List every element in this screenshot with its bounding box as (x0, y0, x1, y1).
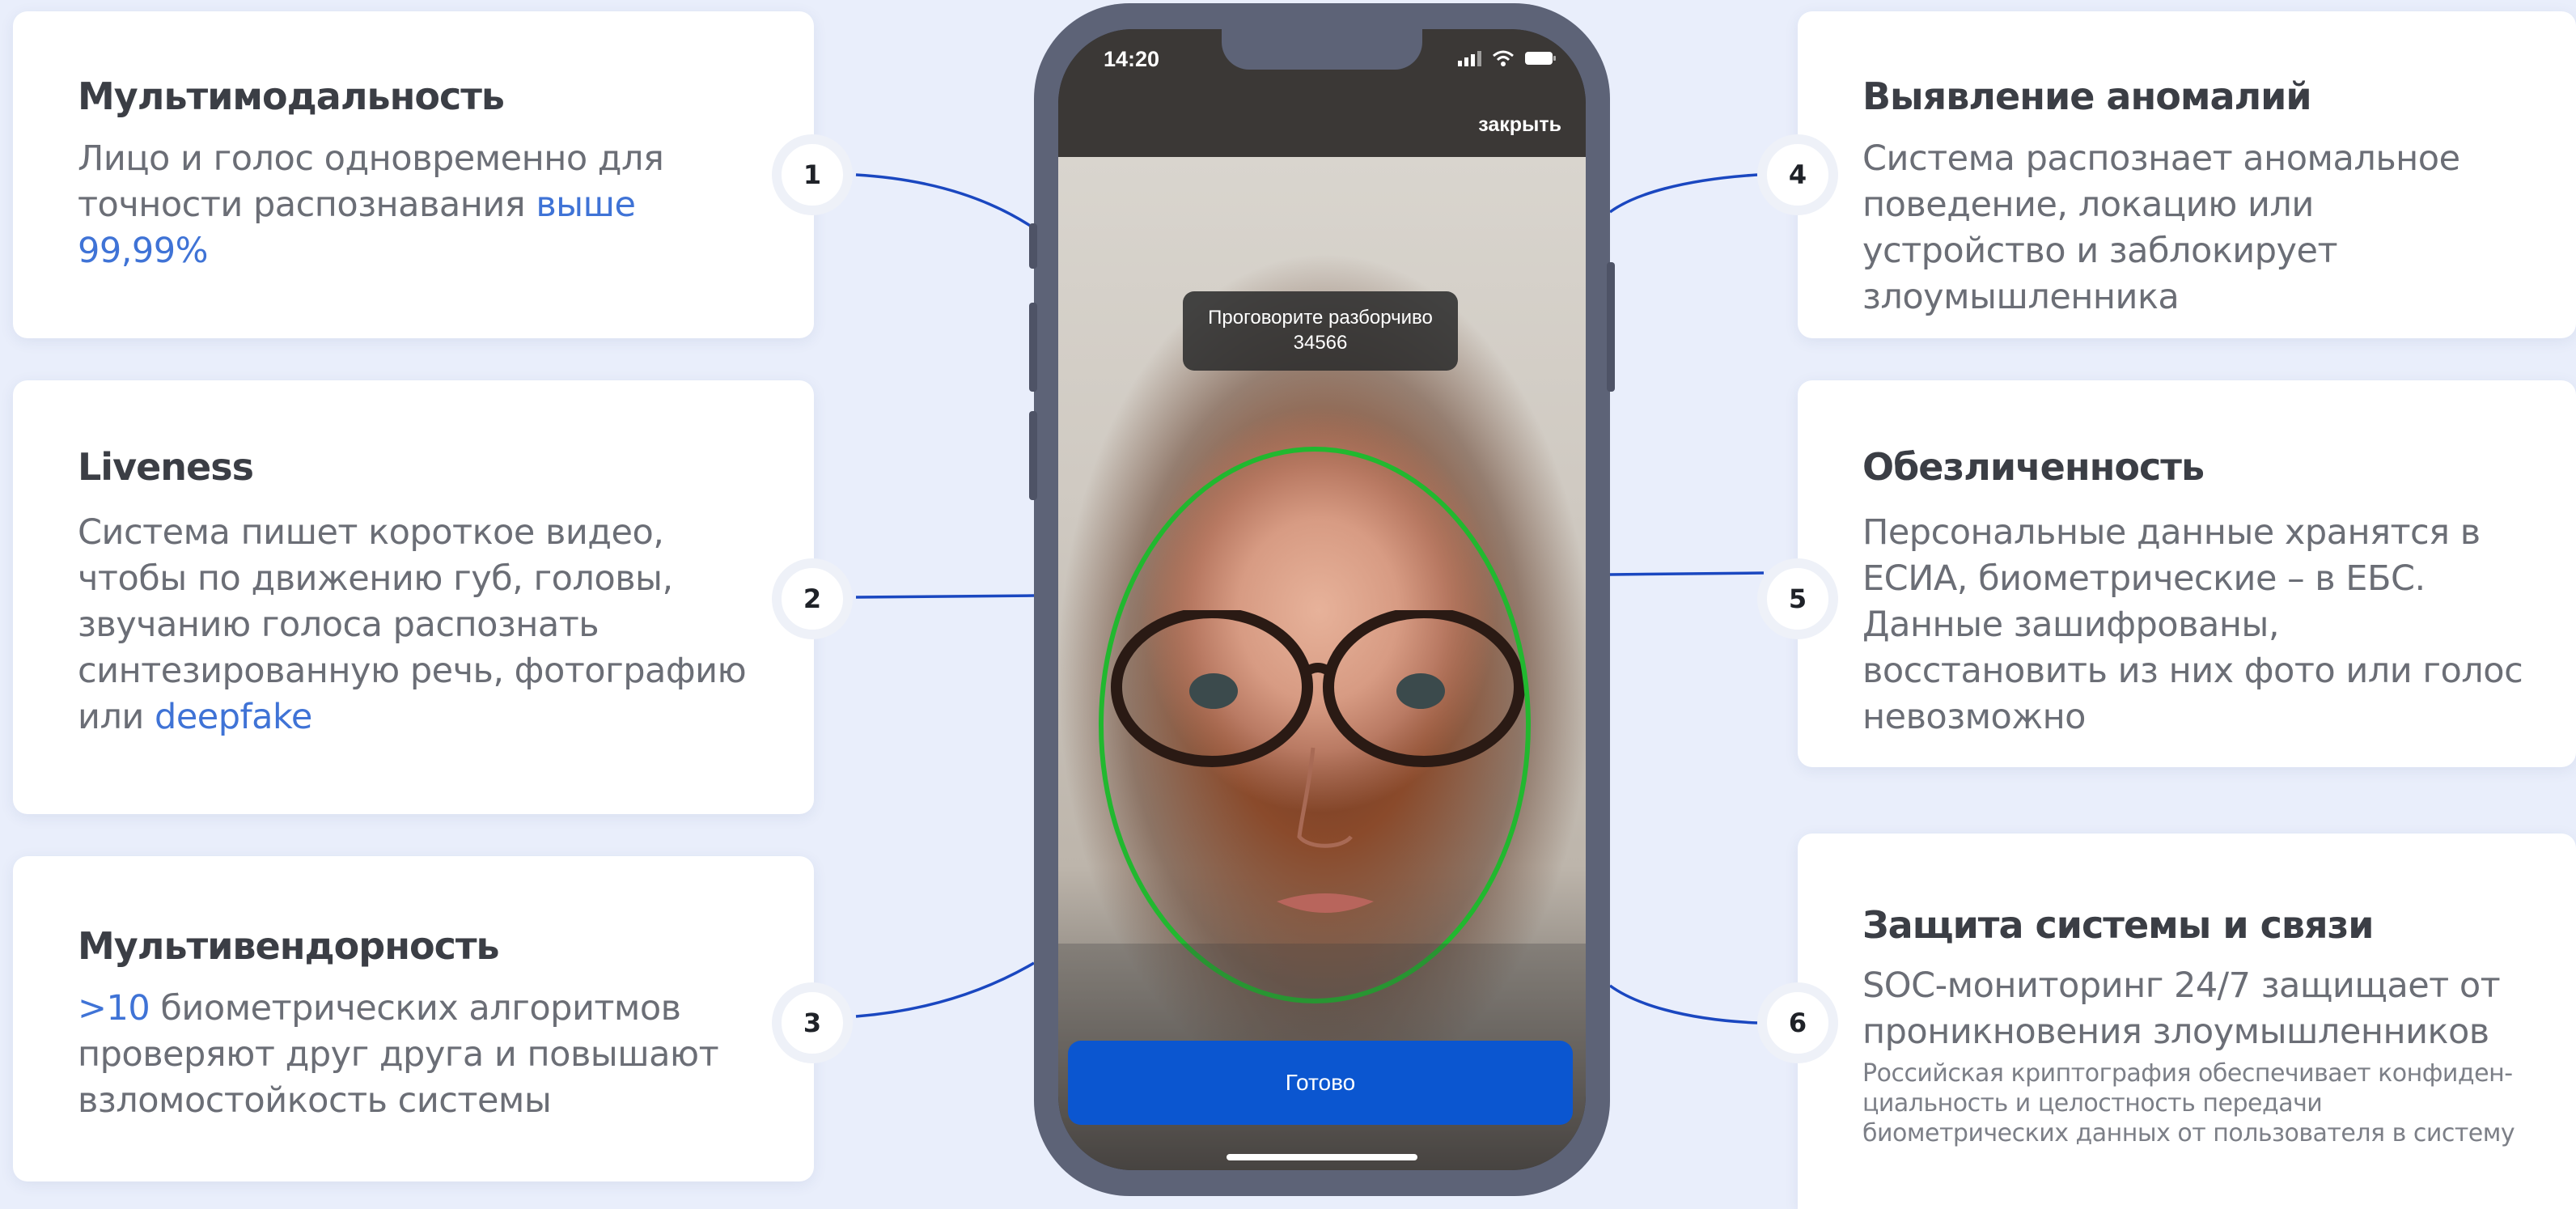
feature-card-multimodality: Мультимодальность Лицо и голос одновреме… (13, 11, 814, 338)
connector-6 (1608, 984, 1758, 1024)
feature-title: Выявление аномалий (1862, 74, 2312, 118)
notch (1222, 29, 1422, 70)
phone-screen: Проговорите разборчиво 34566 14:20 закры… (1058, 29, 1586, 1170)
feature-title: Мультивендорность (78, 924, 500, 968)
connector-1 (855, 173, 1035, 230)
feature-accent: >10 (78, 988, 150, 1029)
badge-3: 3 (772, 982, 853, 1063)
badge-1: 1 (772, 134, 853, 215)
feature-text: >10 биометрических алгоритмов проверяют … (78, 988, 719, 1121)
feature-text: Лицо и голос одновременно для точности р… (78, 138, 664, 271)
volume-down-button (1029, 411, 1037, 500)
feature-footnote: Российская криптография обеспечивает кон… (1862, 1059, 2515, 1147)
badge-5: 5 (1757, 558, 1838, 639)
feature-card-anomalies: Выявление аномалий Система распознает ан… (1798, 11, 2576, 338)
feature-title: Обезличенность (1862, 445, 2205, 489)
battery-icon (1525, 52, 1556, 65)
connector-4 (1608, 173, 1758, 214)
prompt-code: 34566 (1293, 332, 1348, 354)
mute-switch (1029, 223, 1037, 269)
feature-accent: deepfake (155, 697, 312, 737)
prompt-text: Проговорите разборчиво (1208, 307, 1433, 329)
feature-card-multivendor: Мультивендорность >10 биометрических алг… (13, 856, 814, 1181)
status-time: 14:20 (1104, 47, 1160, 71)
feature-text: Персональные данные хранятся в ЕСИА, био… (1862, 512, 2523, 737)
power-button (1607, 262, 1615, 392)
home-indicator[interactable] (1227, 1154, 1417, 1160)
feature-card-anonymity: Обезличенность Персональные данные храня… (1798, 380, 2576, 767)
feature-text: SOC-мониторинг 24/7 защищает от проникно… (1862, 965, 2501, 1052)
close-button[interactable]: закрыть (1478, 113, 1561, 137)
badge-4: 4 (1757, 134, 1838, 215)
feature-text: Система пишет короткое видео, чтобы по д… (78, 512, 747, 737)
signal-icon (1458, 51, 1481, 66)
feature-card-liveness: Liveness Система пишет короткое видео, ч… (13, 380, 814, 814)
connector-5 (1609, 571, 1765, 576)
phone-mockup: Проговорите разборчиво 34566 14:20 закры… (1029, 3, 1615, 1196)
feature-title: Мультимодальность (78, 74, 505, 118)
volume-up-button (1029, 303, 1037, 392)
camera-preview: Проговорите разборчиво 34566 (1058, 157, 1586, 1170)
connector-3 (855, 961, 1035, 1018)
badge-6: 6 (1757, 982, 1838, 1063)
feature-card-protection: Защита системы и связи SOC-мониторинг 24… (1798, 834, 2576, 1209)
wifi-icon (1493, 50, 1514, 66)
connector-2 (855, 594, 1035, 599)
feature-title: Защита системы и связи (1862, 903, 2374, 947)
feature-title: Liveness (78, 445, 254, 489)
status-icons (1458, 50, 1557, 66)
speak-prompt: Проговорите разборчиво 34566 (1183, 291, 1458, 371)
badge-2: 2 (772, 558, 853, 639)
done-button[interactable]: Готово (1068, 1041, 1573, 1125)
face-detection-oval (1099, 447, 1531, 1003)
feature-text: Система распознает аномальное поведение,… (1862, 138, 2460, 317)
